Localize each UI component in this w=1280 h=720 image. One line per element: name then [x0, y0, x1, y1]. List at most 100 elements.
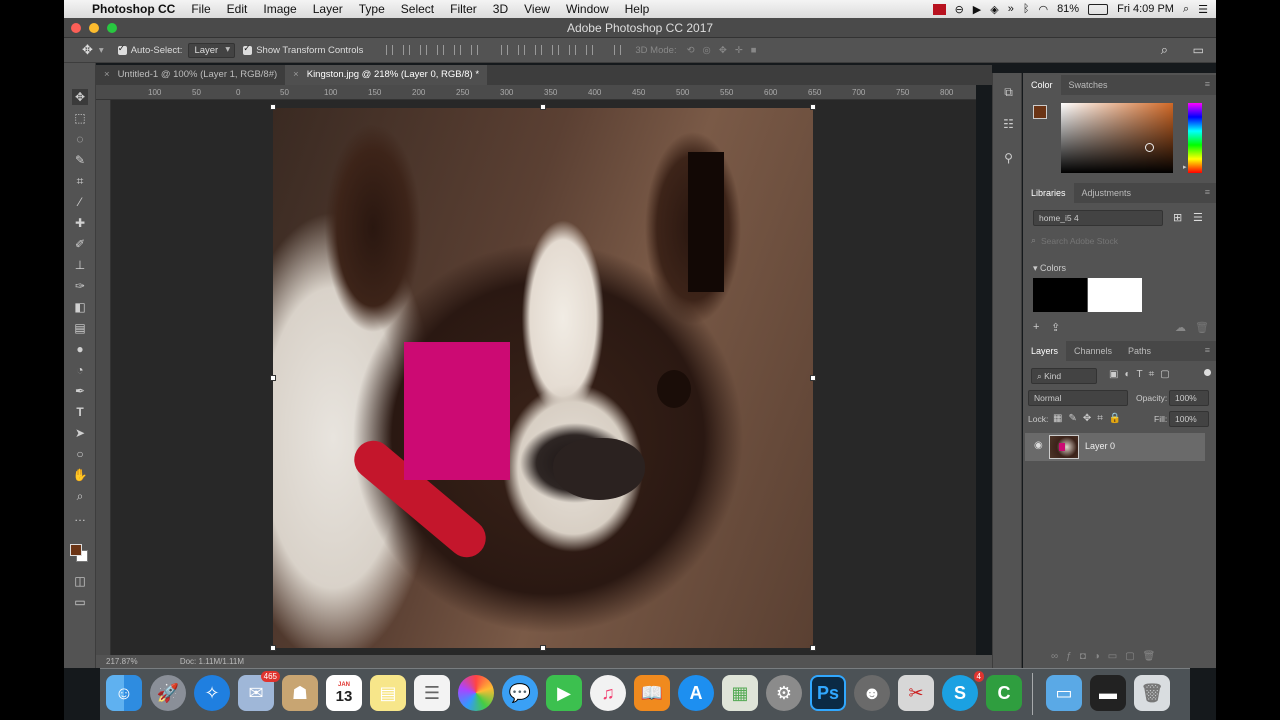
facetime-icon[interactable]: ▶: [546, 675, 582, 711]
more-tools-icon[interactable]: …: [72, 509, 88, 525]
tab-swatches[interactable]: Swatches: [1061, 75, 1116, 95]
screen-mode-icon[interactable]: ▭: [72, 594, 88, 610]
stock-search-input[interactable]: [1041, 233, 1207, 248]
layers-bottom-icons[interactable]: ∞ƒ◘◑▭▢🗑: [1051, 651, 1163, 662]
notes-icon[interactable]: ▤: [370, 675, 406, 711]
preview-icon[interactable]: ▦: [722, 675, 758, 711]
eraser-tool-icon[interactable]: ◧: [72, 299, 88, 315]
close-tab-icon[interactable]: ×: [293, 69, 299, 80]
menu-select[interactable]: Select: [393, 2, 442, 16]
list-view-icon[interactable]: ☰: [1193, 211, 1203, 224]
transform-handle-bl[interactable]: [270, 645, 276, 651]
brush-tool-icon[interactable]: ✐: [72, 236, 88, 252]
camera-app-icon[interactable]: ☻: [854, 675, 890, 711]
3d-rotate-icon[interactable]: ⟲: [687, 45, 695, 56]
tab-adjustments[interactable]: Adjustments: [1074, 183, 1140, 203]
align-hcenter-icon[interactable]: [454, 45, 462, 55]
crop-tool-icon[interactable]: ⌗: [72, 173, 88, 189]
layer-filter-select[interactable]: ⌕ Kind: [1031, 368, 1097, 384]
distribute-top-icon[interactable]: [501, 45, 509, 55]
transform-handle-bc[interactable]: [540, 645, 546, 651]
distribute-left-icon[interactable]: [552, 45, 560, 55]
layer-name[interactable]: Layer 0: [1085, 441, 1115, 451]
itunes-icon[interactable]: ♫: [590, 675, 626, 711]
panel-foreground-swatch[interactable]: [1033, 105, 1047, 119]
history-panel-icon[interactable]: ⧉: [1001, 85, 1016, 100]
fast-forward-icon[interactable]: »: [1008, 3, 1014, 15]
library-color-black[interactable]: [1033, 278, 1087, 312]
transform-handle-mr[interactable]: [810, 375, 816, 381]
menu-window[interactable]: Window: [558, 2, 617, 16]
color-picker-ring[interactable]: [1145, 143, 1154, 152]
app-store-icon[interactable]: A: [678, 675, 714, 711]
transform-handle-ml[interactable]: [270, 375, 276, 381]
3d-scale-icon[interactable]: ■: [751, 45, 757, 56]
fill-field[interactable]: 100%: [1169, 411, 1209, 427]
vertical-ruler[interactable]: [96, 100, 111, 655]
move-tool-icon[interactable]: ✥: [72, 89, 88, 105]
gradient-tool-icon[interactable]: ▤: [72, 320, 88, 336]
align-vcenter-icon[interactable]: [403, 45, 411, 55]
airplay-icon[interactable]: ◈: [990, 3, 998, 16]
align-bottom-icon[interactable]: [420, 45, 428, 55]
tab-color[interactable]: Color: [1023, 75, 1061, 95]
visibility-eye-icon[interactable]: ◉: [1034, 440, 1043, 451]
layer-thumbnail[interactable]: [1049, 435, 1079, 459]
dodge-tool-icon[interactable]: ◔: [72, 362, 88, 378]
foreground-color-swatch[interactable]: [70, 544, 82, 556]
play-circle-icon[interactable]: ▶: [973, 3, 981, 16]
menu-app-name[interactable]: Photoshop CC: [90, 2, 183, 16]
distribute-hcenter-icon[interactable]: [569, 45, 577, 55]
transform-handle-tr[interactable]: [810, 104, 816, 110]
panel-menu-icon[interactable]: ≡: [1205, 79, 1210, 89]
3d-roll-icon[interactable]: ◎: [703, 45, 711, 56]
downloads-folder-icon[interactable]: ▭: [1046, 675, 1082, 711]
history-brush-tool-icon[interactable]: ✑: [72, 278, 88, 294]
distribute-vcenter-icon[interactable]: [518, 45, 526, 55]
tab-kingston[interactable]: × Kingston.jpg @ 218% (Layer 0, RGB/8) *: [285, 65, 488, 85]
photo-dog-kingston[interactable]: [273, 108, 813, 648]
menu-3d[interactable]: 3D: [485, 2, 516, 16]
colors-section-header[interactable]: ▾ Colors: [1033, 263, 1066, 274]
minus-circle-icon[interactable]: ⊖: [955, 3, 964, 16]
library-color-white[interactable]: [1088, 278, 1142, 312]
path-selection-tool-icon[interactable]: ➤: [72, 425, 88, 441]
tab-libraries[interactable]: Libraries: [1023, 183, 1074, 203]
transform-handle-br[interactable]: [810, 645, 816, 651]
ibooks-icon[interactable]: 📖: [634, 675, 670, 711]
distribute-bottom-icon[interactable]: [535, 45, 543, 55]
layer-row-layer-0[interactable]: ◉ Layer 0: [1025, 433, 1205, 461]
finder-icon[interactable]: ☺: [106, 675, 142, 711]
menu-filter[interactable]: Filter: [442, 2, 485, 16]
menu-view[interactable]: View: [516, 2, 558, 16]
green-app-icon[interactable]: C: [986, 675, 1022, 711]
pink-rectangle-layer[interactable]: [404, 342, 510, 480]
align-right-icon[interactable]: [471, 45, 479, 55]
battery-icon[interactable]: [1088, 3, 1109, 15]
color-picker-field[interactable]: [1061, 103, 1173, 173]
3d-pan-icon[interactable]: ✥: [719, 45, 727, 56]
grid-view-icon[interactable]: ⊞: [1173, 211, 1182, 224]
show-transform-checkbox[interactable]: [243, 43, 253, 55]
tab-channels[interactable]: Channels: [1066, 341, 1120, 361]
trash-icon[interactable]: 🗑: [1195, 321, 1209, 334]
clock[interactable]: Fri 4:09 PM: [1117, 3, 1174, 15]
messages-icon[interactable]: 💬: [502, 675, 538, 711]
tab-untitled-1[interactable]: × Untitled-1 @ 100% (Layer 1, RGB/8#): [96, 65, 285, 85]
spotlight-search-icon[interactable]: ⌕: [1183, 3, 1189, 16]
quick-mask-icon[interactable]: ◫: [72, 573, 88, 589]
mail-icon[interactable]: ✉ 465: [238, 671, 280, 711]
shape-tool-icon[interactable]: ○: [72, 446, 88, 462]
search-icon[interactable]: ⌕: [1161, 42, 1168, 58]
horizontal-ruler[interactable]: 100 50 0 50 100 150 200 250 300 350 400 450 500 550 60…: [96, 85, 976, 100]
tab-layers[interactable]: Layers: [1023, 341, 1067, 361]
dark-rectangle[interactable]: [688, 152, 724, 292]
bluetooth-icon[interactable]: ᛒ: [1023, 3, 1030, 15]
zoom-tool-icon[interactable]: ⌕: [72, 488, 88, 504]
zoom-level[interactable]: 217.87%: [106, 657, 138, 666]
cc-libraries-icon[interactable]: ⚲: [1001, 151, 1016, 166]
transform-handle-tc[interactable]: [540, 104, 546, 110]
auto-align-icon[interactable]: [614, 45, 622, 55]
pen-tool-icon[interactable]: ✒: [72, 383, 88, 399]
align-left-icon[interactable]: [437, 45, 445, 55]
